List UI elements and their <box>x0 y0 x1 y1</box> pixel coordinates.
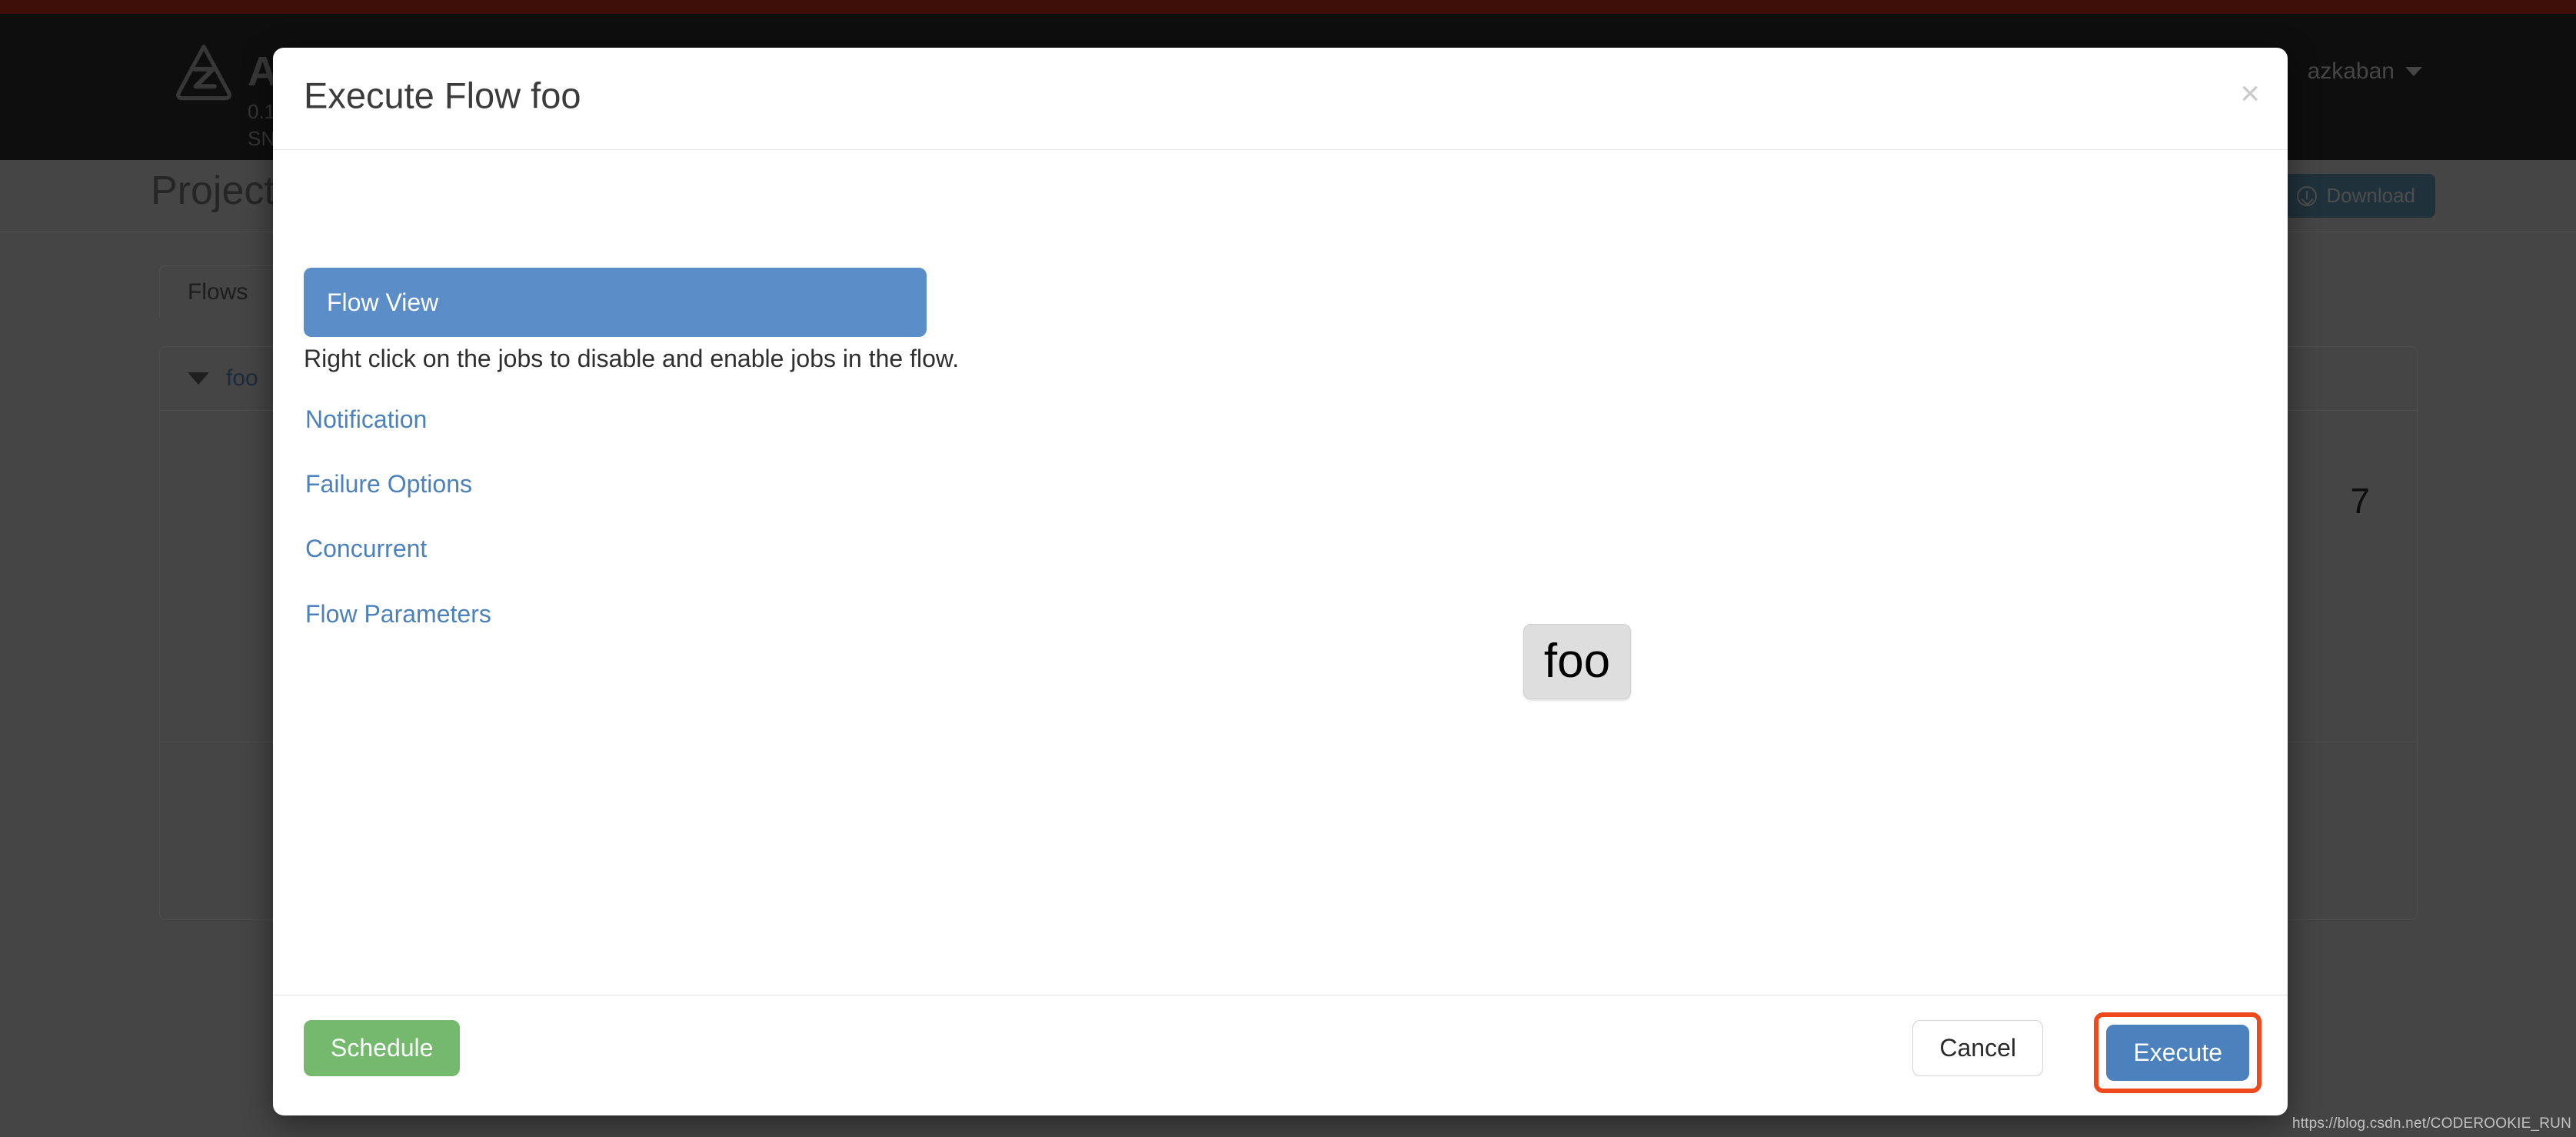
helper-text: Right click on the jobs to disable and e… <box>304 345 960 372</box>
flow-graph-canvas[interactable]: foo <box>934 227 2242 950</box>
option-link-failure-options[interactable]: Failure Options <box>305 470 472 498</box>
watermark: https://blog.csdn.net/CODEROOKIE_RUN <box>2291 1115 2571 1132</box>
modal-footer: Schedule Cancel Execute <box>273 995 2288 1115</box>
execute-flow-modal: Execute Flow foo × Flow View Right click… <box>273 48 2288 1115</box>
modal-body: Flow View Right click on the jobs to dis… <box>273 150 2288 995</box>
modal-header: Execute Flow foo × <box>273 48 2288 150</box>
execute-button[interactable]: Execute <box>2106 1025 2249 1081</box>
tab-flow-view[interactable]: Flow View <box>304 268 927 337</box>
modal-title: Execute Flow foo <box>304 75 581 116</box>
cancel-button[interactable]: Cancel <box>1912 1020 2043 1076</box>
tab-flow-view-label: Flow View <box>327 288 439 316</box>
option-link-concurrent[interactable]: Concurrent <box>305 535 427 563</box>
schedule-button[interactable]: Schedule <box>304 1020 461 1076</box>
flow-graph-node[interactable]: foo <box>1523 624 1631 700</box>
close-icon[interactable]: × <box>2240 77 2260 111</box>
option-link-notification[interactable]: Notification <box>305 405 427 434</box>
execute-button-highlight: Execute <box>2094 1012 2261 1093</box>
option-link-flow-parameters[interactable]: Flow Parameters <box>305 600 491 629</box>
screen-root: Azkaban 0.1.0 SNAPSHOT azkaban Project D… <box>0 0 2576 1137</box>
